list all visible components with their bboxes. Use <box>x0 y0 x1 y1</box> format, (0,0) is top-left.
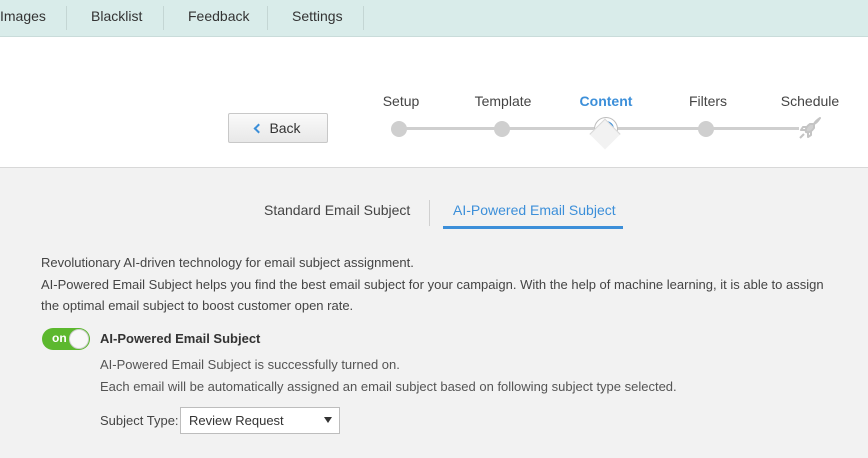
description-line: Revolutionary AI-driven technology for e… <box>41 255 414 270</box>
nav-divider <box>363 6 364 30</box>
dropdown-arrow-icon <box>324 417 332 423</box>
nav-divider <box>66 6 67 30</box>
step-dot-filters[interactable] <box>698 121 714 137</box>
status-message: AI-Powered Email Subject is successfully… <box>100 354 677 398</box>
subject-type-value: Review Request <box>189 413 284 428</box>
toggle-state-text: on <box>52 331 67 345</box>
content-panel: Standard Email Subject AI-Powered Email … <box>0 168 868 458</box>
step-label-filters: Filters <box>688 93 728 109</box>
status-line: AI-Powered Email Subject is successfully… <box>100 357 400 372</box>
tab-ai-powered-email-subject[interactable]: AI-Powered Email Subject <box>453 202 616 218</box>
nav-item-settings[interactable]: Settings <box>292 0 343 35</box>
rocket-icon[interactable] <box>797 115 823 141</box>
description: Revolutionary AI-driven technology for e… <box>41 252 841 317</box>
step-label-template: Template <box>474 93 532 109</box>
wizard-header: Back Setup Template Content Filters Sche… <box>0 37 868 168</box>
back-button-label: Back <box>269 120 301 136</box>
step-dot-template[interactable] <box>494 121 510 137</box>
step-label-schedule: Schedule <box>780 93 840 109</box>
step-dot-setup[interactable] <box>391 121 407 137</box>
description-line: AI-Powered Email Subject helps you find … <box>41 276 824 292</box>
nav-item-images[interactable]: Images <box>0 0 46 35</box>
toggle-knob <box>69 329 89 349</box>
description-line: the optimal email subject to boost custo… <box>41 298 354 313</box>
nav-item-blacklist[interactable]: Blacklist <box>91 0 142 35</box>
tab-divider <box>429 200 430 226</box>
step-label-setup: Setup <box>382 93 420 109</box>
ai-subject-toggle[interactable]: on <box>42 328 90 350</box>
nav-item-feedback[interactable]: Feedback <box>188 0 249 35</box>
active-tab-indicator <box>443 226 623 229</box>
subject-type-select[interactable]: Review Request <box>180 407 340 434</box>
top-nav: Images Blacklist Feedback Settings <box>0 0 868 37</box>
status-line: Each email will be automatically assigne… <box>100 379 677 394</box>
nav-divider <box>267 6 268 30</box>
subject-type-label: Subject Type: <box>100 413 179 428</box>
chevron-left-icon <box>253 123 264 134</box>
back-button[interactable]: Back <box>228 113 328 143</box>
tab-standard-email-subject[interactable]: Standard Email Subject <box>264 202 410 218</box>
toggle-label: AI-Powered Email Subject <box>100 331 261 346</box>
step-label-content: Content <box>579 93 633 109</box>
nav-divider <box>163 6 164 30</box>
